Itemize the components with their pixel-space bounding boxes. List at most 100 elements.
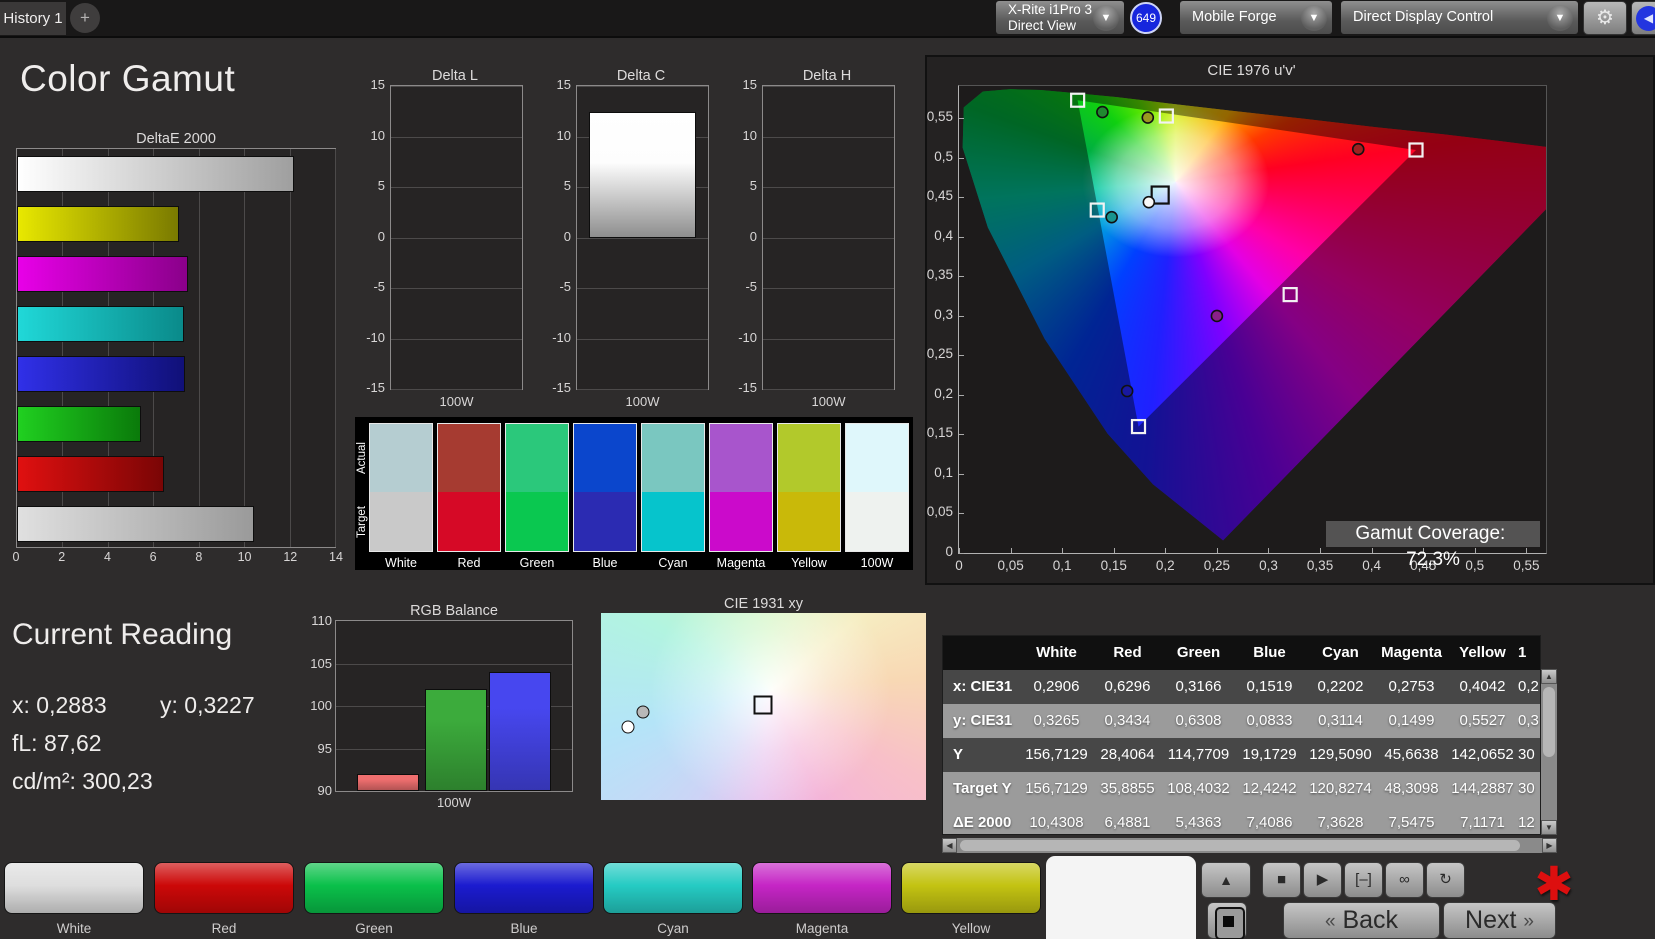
- y-tick-label: 0,35: [926, 267, 953, 283]
- actual-swatch: [438, 424, 500, 492]
- row-label: Y: [953, 746, 964, 763]
- cell-clipped: 30: [1518, 780, 1535, 797]
- table-row[interactable]: Y 156,7129 28,4064 114,7709 19,1729 129,5090 4…: [943, 738, 1540, 772]
- cell: 19,1729: [1242, 746, 1297, 763]
- swatch-pair: [437, 423, 501, 552]
- refresh-measure-button[interactable]: ↻: [1426, 862, 1465, 898]
- scroll-left-button[interactable]: ◀: [942, 838, 957, 853]
- gridline: [577, 237, 708, 239]
- reading-x: x: 0,2883: [12, 692, 107, 718]
- green-target-marker: [1070, 92, 1086, 108]
- table-vertical-scrollbar[interactable]: ▲ ▼: [1541, 669, 1557, 835]
- y-tick-label: -15: [738, 380, 757, 395]
- target-swatch: [778, 492, 840, 551]
- cell: 0,1499: [1388, 712, 1435, 729]
- x-tick-mark: [1216, 548, 1218, 553]
- x-tick-label: 0,05: [997, 558, 1024, 573]
- gamut-points-layer: [1070, 92, 1424, 435]
- x-tick-label: 0: [955, 558, 963, 573]
- gamut-coverage-value: 72,3%: [1406, 549, 1460, 570]
- scroll-thumb[interactable]: [960, 840, 1520, 851]
- x-tick-label: 10: [237, 550, 252, 564]
- actual-swatch: [846, 424, 908, 492]
- table-row[interactable]: y: CIE31 0,3265 0,3434 0,6308 0,0833 0,3114 0,…: [943, 704, 1540, 738]
- expand-panel-button[interactable]: ▲: [1201, 862, 1251, 898]
- cie1976-title: CIE 1976 u'v': [1207, 62, 1296, 79]
- y-tick-label: 10: [556, 127, 571, 143]
- gridline: [198, 149, 200, 547]
- source-dropdown[interactable]: Mobile Forge ▼: [1180, 1, 1332, 34]
- collapse-panel-button[interactable]: ◀: [1631, 1, 1655, 35]
- scroll-thumb[interactable]: [1543, 687, 1555, 757]
- target-swatch: [642, 492, 704, 551]
- deltae-bar-100w: [17, 156, 295, 192]
- measure-window-button[interactable]: [–]: [1344, 862, 1383, 898]
- measure-window-icon: [–]: [1355, 871, 1372, 888]
- cell: 0,3434: [1104, 712, 1151, 729]
- patch-button-cyan[interactable]: [603, 862, 743, 914]
- add-tab-button[interactable]: +: [70, 3, 100, 33]
- tab-history-1[interactable]: History 1: [0, 2, 66, 35]
- y-tick-mark: [959, 315, 964, 317]
- column-header-cyan: Cyan: [1322, 644, 1359, 661]
- cell: 12,4242: [1242, 780, 1297, 797]
- x-tick-mark: [1165, 548, 1167, 553]
- table-row[interactable]: Target Y 156,7129 35,8855 108,4032 12,4242 12…: [943, 772, 1540, 806]
- deltae-bar-red: [17, 456, 165, 492]
- patch-label: Green: [355, 921, 393, 936]
- single-measure-button[interactable]: ▶: [1303, 862, 1342, 898]
- table-row[interactable]: x: CIE31 0,2906 0,6296 0,3166 0,1519 0,2202 0,…: [943, 670, 1540, 704]
- table-row[interactable]: ΔE 2000 10,4308 6,4881 5,4363 7,4086 7,3628 7,…: [943, 806, 1540, 834]
- layout-toggle-button[interactable]: [1207, 902, 1247, 939]
- blue-measured-marker: [1120, 384, 1134, 398]
- patch-button-magenta[interactable]: [752, 862, 892, 914]
- y-tick-label: -10: [366, 329, 385, 345]
- patch-button-white[interactable]: [4, 862, 144, 914]
- continuous-measure-button[interactable]: ∞: [1385, 862, 1424, 898]
- delta-h-x-label: 100W: [811, 394, 846, 409]
- cyan-measured-marker: [1105, 210, 1118, 224]
- corner-cell: [943, 636, 1021, 670]
- delta-l-title: Delta L: [432, 68, 478, 84]
- patch-button-red[interactable]: [154, 862, 294, 914]
- scroll-right-button[interactable]: ▶: [1542, 838, 1557, 853]
- cell: 0,0833: [1246, 712, 1293, 729]
- display-control-dropdown[interactable]: Direct Display Control ▼: [1341, 1, 1578, 34]
- magenta-measured-marker: [1210, 309, 1224, 323]
- cell: 144,2887: [1451, 780, 1514, 797]
- y-tick-mark: [959, 513, 964, 515]
- stop-measure-button[interactable]: ■: [1262, 862, 1301, 898]
- swatch-label: 100W: [860, 556, 894, 570]
- x-tick-label: 0,5: [1465, 558, 1485, 573]
- magenta-target-marker: [1282, 287, 1298, 303]
- y-tick-label: 0: [563, 228, 571, 244]
- delta-c-title: Delta C: [616, 68, 666, 84]
- scroll-down-button[interactable]: ▼: [1541, 820, 1557, 835]
- x-tick-label: 0,55: [1513, 558, 1540, 573]
- scroll-up-button[interactable]: ▲: [1541, 669, 1557, 684]
- cell: 0,6308: [1175, 712, 1222, 729]
- patch-button-blue[interactable]: [454, 862, 594, 914]
- y-tick-mark: [959, 236, 964, 238]
- gear-icon[interactable]: ⚙: [1583, 1, 1627, 35]
- back-button[interactable]: « Back: [1283, 902, 1440, 939]
- table-header-row: White Red Green Blue Cyan Magenta Yellow 1: [943, 636, 1540, 670]
- cell: 108,4032: [1167, 780, 1230, 797]
- cell: 0,2753: [1388, 678, 1435, 695]
- patch-button-100w[interactable]: 100W: [1046, 856, 1196, 939]
- meter-dropdown[interactable]: X-Rite i1Pro 3 Direct View ▼: [996, 1, 1124, 34]
- actual-swatch: [710, 424, 772, 492]
- patch-label: White: [56, 921, 92, 936]
- y-tick-label: -10: [552, 329, 571, 345]
- cell: 0,4042: [1459, 678, 1506, 695]
- y-tick-mark: [959, 394, 964, 396]
- cell: 114,7709: [1167, 746, 1230, 763]
- patch-button-green[interactable]: [304, 862, 444, 914]
- blue-target-marker: [1130, 418, 1147, 435]
- patch-button-yellow[interactable]: [901, 862, 1041, 914]
- x-tick-mark: [1113, 548, 1115, 553]
- table-horizontal-scrollbar[interactable]: ◀ ▶: [942, 838, 1557, 853]
- display-control-name: Direct Display Control: [1353, 9, 1494, 25]
- y-tick-label: 0,4: [934, 227, 953, 243]
- y-tick-label: 0: [749, 228, 757, 244]
